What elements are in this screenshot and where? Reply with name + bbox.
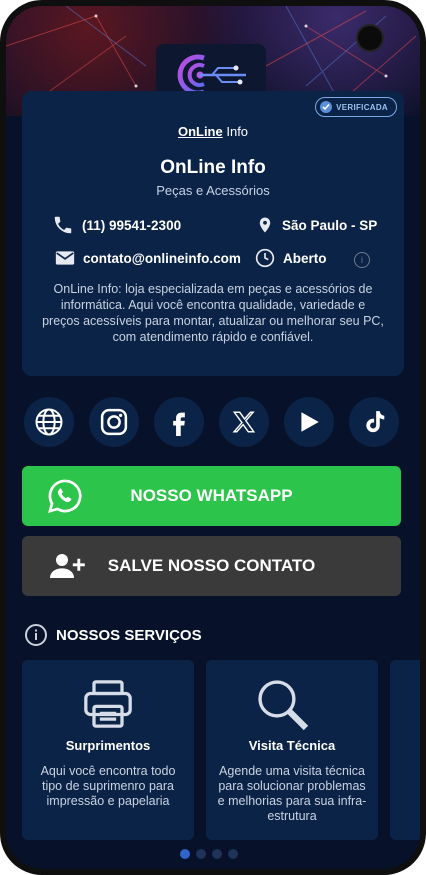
brand-bold: OnLine xyxy=(177,124,223,139)
company-title: OnLine Info xyxy=(160,157,266,178)
x-icon xyxy=(232,411,256,433)
email-contact[interactable]: contato@onlineinfo.com xyxy=(55,250,241,266)
camera-notch xyxy=(356,24,384,52)
save-contact-button[interactable]: SALVE NOSSO CONTATO xyxy=(22,536,401,596)
location-text: São Paulo - SP xyxy=(282,217,378,233)
brand-rest: Info xyxy=(222,124,249,139)
company-subtitle: Peças e Acessórios xyxy=(156,183,270,198)
location-contact[interactable]: São Paulo - SP xyxy=(256,214,377,236)
social-links xyxy=(24,397,402,447)
whatsapp-label: NOSSO WHATSAPP xyxy=(130,486,293,505)
service-title: Surprimentos xyxy=(65,738,151,753)
phone-contact[interactable]: (11) 99541-2300 xyxy=(52,214,181,236)
service-card[interactable]: Surprimentos Aqui você encontra todo tip… xyxy=(22,660,194,840)
website-button[interactable] xyxy=(24,397,74,447)
hours-text: Aberto xyxy=(283,250,327,266)
facebook-button[interactable] xyxy=(154,397,204,447)
brand-link[interactable]: OnLine Info xyxy=(22,124,404,139)
service-card-partial[interactable] xyxy=(390,660,420,840)
instagram-icon xyxy=(100,408,128,436)
verified-badge: VERIFICADA xyxy=(315,97,397,117)
company-description: OnLine Info: loja especializada em peças… xyxy=(42,282,384,344)
play-icon xyxy=(301,412,319,432)
phone-number: (11) 99541-2300 xyxy=(82,217,182,233)
tiktok-button[interactable] xyxy=(349,397,399,447)
whatsapp-button[interactable]: NOSSO WHATSAPP xyxy=(22,466,401,526)
service-description: Aqui você encontra todo tipo de suprimen… xyxy=(40,764,176,808)
hours-status[interactable]: Aberto xyxy=(255,248,327,268)
profile-card: VERIFICADA OnLine Info OnLine Info Peças… xyxy=(22,91,404,376)
instagram-button[interactable] xyxy=(89,397,139,447)
verified-label: VERIFICADA xyxy=(336,102,388,112)
service-title: Visita Técnica xyxy=(248,738,336,753)
service-card[interactable]: Visita Técnica Agende uma visita técnica… xyxy=(206,660,378,840)
printer-icon xyxy=(84,680,132,728)
clock-icon xyxy=(255,248,275,268)
services-heading-text: NOSSOS SERVIÇOS xyxy=(56,626,202,644)
services-heading: NOSSOS SERVIÇOS xyxy=(24,623,202,647)
save-contact-label: SALVE NOSSO CONTATO xyxy=(107,556,316,575)
phone-icon xyxy=(54,216,72,234)
magnifier-icon xyxy=(258,680,309,731)
phone-frame: VERIFICADA OnLine Info OnLine Info Peças… xyxy=(0,0,426,875)
email-text: contato@onlineinfo.com xyxy=(83,250,241,266)
service-description: Agende uma visita técnica para soluciona… xyxy=(217,764,367,823)
facebook-icon xyxy=(173,412,185,436)
app-screen: VERIFICADA OnLine Info OnLine Info Peças… xyxy=(6,6,420,869)
carousel-pagination xyxy=(180,849,238,859)
info-circle-icon xyxy=(25,624,47,646)
youtube-button[interactable] xyxy=(284,397,334,447)
mail-icon xyxy=(55,251,75,265)
x-button[interactable] xyxy=(219,397,269,447)
pagination-dot[interactable] xyxy=(212,849,222,859)
pagination-dot-active[interactable] xyxy=(180,849,190,859)
location-pin-icon xyxy=(259,217,271,233)
pagination-dot[interactable] xyxy=(196,849,206,859)
tiktok-icon xyxy=(366,411,385,433)
check-icon xyxy=(320,101,333,113)
globe-icon xyxy=(35,408,63,436)
info-icon[interactable]: i xyxy=(354,252,370,268)
pagination-dot[interactable] xyxy=(228,849,238,859)
